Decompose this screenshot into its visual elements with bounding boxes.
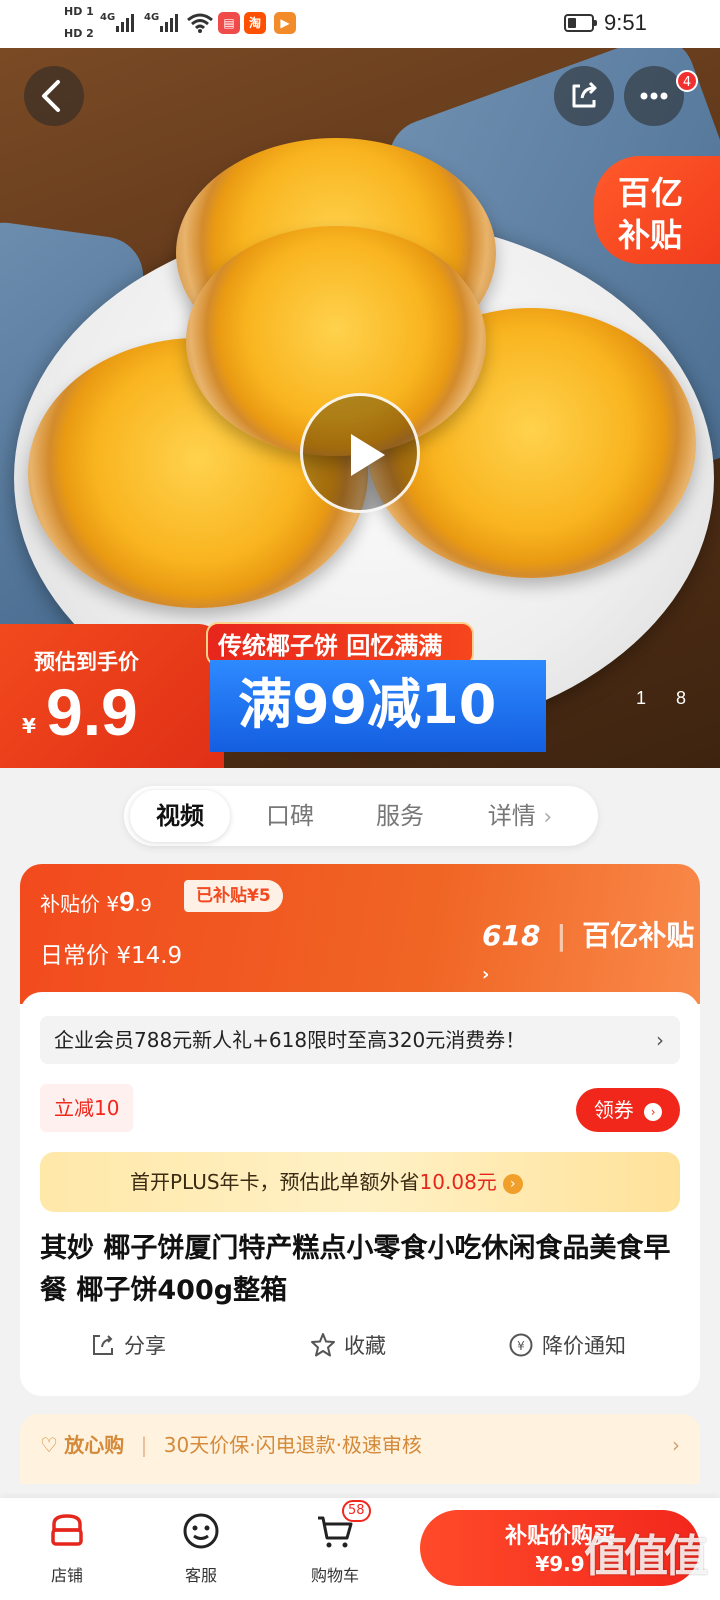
customer-service-button[interactable]: 客服	[156, 1510, 246, 1586]
campaign-logo: 618 | 百亿补贴 ›	[482, 919, 695, 985]
price-drop-icon: ¥	[509, 1333, 533, 1357]
share-button[interactable]	[554, 66, 614, 126]
yibutie-line1: 百亿	[618, 174, 685, 212]
share-action[interactable]: 分享	[90, 1330, 166, 1360]
video-app-icon: ▶	[274, 12, 296, 34]
plus-membership-banner[interactable]: 首开PLUS年卡，预估此单额外省10.08元 ›	[40, 1152, 680, 1212]
estimated-price-box: 预估到手价 ¥ 9.9	[0, 624, 224, 768]
tab-details[interactable]: 详情 ›	[460, 790, 580, 842]
play-video-button[interactable]	[300, 393, 420, 513]
share-icon	[93, 1335, 113, 1355]
get-coupon-label: 领券	[593, 1098, 634, 1122]
back-button[interactable]	[24, 66, 84, 126]
chevron-right-icon: ›	[672, 1433, 680, 1457]
currency-symbol: ¥	[22, 714, 36, 738]
pager-total: 8	[676, 688, 687, 708]
image-pager: 1 8	[636, 688, 686, 709]
svg-text:¥: ¥	[517, 1339, 525, 1353]
clock: 9:51	[604, 10, 647, 35]
divider: |	[140, 1433, 148, 1457]
daily-price-label: 日常价	[40, 943, 109, 969]
promo-banner: 满99减10	[210, 660, 546, 752]
store-button[interactable]: 店铺	[22, 1510, 112, 1586]
watermark-url: zhizhizhi.com	[584, 1584, 663, 1599]
network-type-1: 4G	[100, 12, 116, 23]
tab-service[interactable]: 服务	[350, 790, 450, 842]
favorite-label: 收藏	[344, 1334, 386, 1358]
product-info-card: 补贴价 ¥9.9 已补贴¥5 日常价 ¥14.9 618 | 百亿补贴 › 企业…	[20, 864, 700, 1396]
more-button[interactable]	[624, 66, 684, 126]
subsidy-header[interactable]: 补贴价 ¥9.9 已补贴¥5 日常价 ¥14.9 618 | 百亿补贴 ›	[20, 864, 700, 1004]
estimated-price-label: 预估到手价	[34, 650, 139, 674]
watermark-logo: 值值值	[584, 1531, 708, 1582]
cart-label: 购物车	[310, 1566, 359, 1585]
subsidy-price-int: 9	[119, 886, 135, 917]
arrow-circle-icon: ›	[644, 1102, 663, 1121]
store-icon	[51, 1514, 83, 1546]
daily-price: 日常价 ¥14.9	[40, 936, 182, 970]
subsidy-price-label: 补贴价	[40, 892, 100, 916]
cart-count-badge: 58	[342, 1500, 371, 1522]
card-body: 企业会员788元新人礼+618限时至高320元消费券！ › 立减10 领券 › …	[20, 992, 700, 1396]
arrow-circle-icon: ›	[502, 1173, 523, 1194]
notes-app-icon: ▤	[218, 12, 240, 34]
wifi-icon	[187, 13, 213, 33]
estimated-price-value: 9.9	[46, 675, 138, 749]
heart-shield-icon: ♡	[40, 1433, 58, 1457]
tab-video[interactable]: 视频	[130, 790, 230, 842]
tab-reviews[interactable]: 口碑	[240, 790, 340, 842]
subsidy-price-dec: .9	[134, 895, 152, 916]
daily-price-value: ¥14.9	[116, 943, 183, 969]
subsidized-amount-tag: 已补贴¥5	[184, 880, 283, 912]
signal-bars-2-icon	[160, 12, 178, 32]
tab-details-label: 详情	[487, 802, 536, 830]
assurance-label: 放心购	[64, 1433, 125, 1457]
service-label: 客服	[184, 1566, 217, 1585]
price-alert-label: 降价通知	[542, 1334, 626, 1358]
network-type-2: 4G	[144, 12, 160, 23]
more-badge: 4	[676, 70, 698, 92]
hd-indicator-1: HD 1	[64, 5, 94, 18]
hd-indicator-2: HD 2	[64, 27, 94, 40]
status-bar: HD 1 HD 2 4G 4G ▤ 淘 ▶ 9:51	[0, 0, 720, 48]
pager-current: 1	[636, 688, 647, 708]
assurance-strip[interactable]: ♡ 放心购 | 30天价保·闪电退款·极速审核 ›	[20, 1414, 700, 1484]
chevron-right-icon: ›	[656, 1028, 664, 1052]
store-label: 店铺	[50, 1566, 83, 1585]
price-alert-action[interactable]: ¥ 降价通知	[508, 1330, 626, 1360]
battery-icon	[564, 14, 597, 32]
member-banner-text: 企业会员788元新人礼+618限时至高320元消费券！	[54, 1028, 526, 1052]
favorite-action[interactable]: 收藏	[310, 1330, 386, 1360]
share-label: 分享	[124, 1334, 166, 1358]
chat-face-icon	[183, 1513, 219, 1549]
plus-save-amount: 10.08元	[419, 1170, 497, 1194]
campaign-618: 618	[482, 919, 541, 952]
site-watermark: 值值值 zhizhizhi.com	[584, 1520, 708, 1599]
share-icon	[572, 81, 597, 108]
more-dots-icon	[640, 92, 668, 100]
product-image-carousel[interactable]: 4 百亿 补贴 预估到手价 ¥ 9.9 传统椰子饼 回忆满满 满99减10 1 …	[0, 48, 720, 768]
signal-bars-icon	[116, 12, 134, 32]
subsidy-price: 补贴价 ¥9.9	[40, 886, 152, 918]
chevron-right-icon: ›	[543, 805, 553, 830]
assurance-items: 30天价保·闪电退款·极速审核	[163, 1433, 422, 1457]
chevron-left-icon	[42, 80, 60, 112]
product-title: 其妙 椰子饼厦门特产糕点小零食小吃休闲食品美食早餐 椰子饼400g整箱	[40, 1233, 671, 1306]
taobao-app-icon: 淘	[244, 12, 266, 34]
instant-discount-tag: 立减10	[40, 1084, 134, 1132]
yibutie-line2: 补贴	[618, 216, 683, 254]
campaign-brand: 百亿补贴	[582, 919, 695, 952]
subsidy-currency: ¥	[106, 892, 120, 916]
enterprise-member-banner[interactable]: 企业会员788元新人礼+618限时至高320元消费券！ ›	[40, 1016, 680, 1064]
get-coupon-button[interactable]: 领券 ›	[576, 1088, 680, 1132]
cart-button[interactable]: 58 购物车	[290, 1500, 380, 1586]
plus-banner-text: 首开PLUS年卡，预估此单额外省	[130, 1170, 420, 1194]
chevron-right-icon: ›	[482, 964, 490, 985]
yibutie-badge: 百亿 补贴	[594, 156, 720, 264]
star-icon	[311, 1333, 335, 1357]
section-tabs: 视频 口碑 服务 详情 ›	[124, 786, 598, 846]
